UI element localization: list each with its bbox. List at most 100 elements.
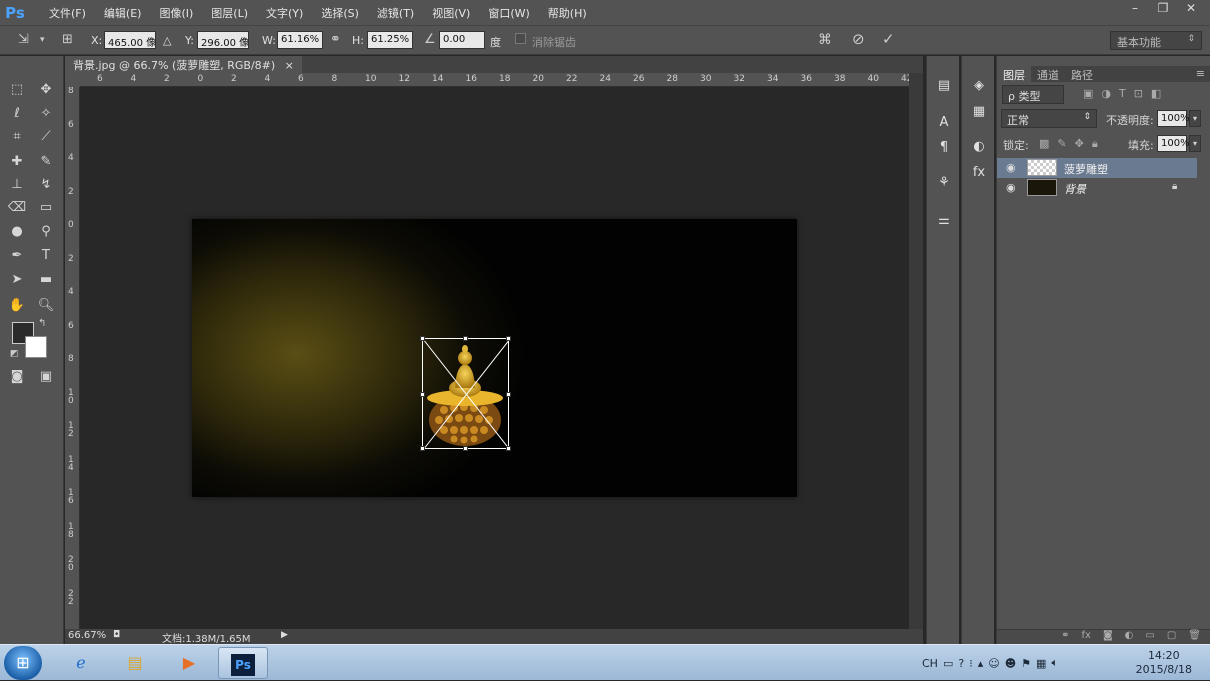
reference-point-icon[interactable]: ⊞ xyxy=(62,32,73,47)
fill-chevron-icon[interactable]: ▾ xyxy=(1189,135,1201,152)
minimize-icon[interactable]: – xyxy=(1122,0,1148,18)
network-icon[interactable]: ▦ xyxy=(1036,657,1046,670)
restore-icon[interactable]: ❐ xyxy=(1150,0,1176,18)
keyboard-icon[interactable]: ▭ xyxy=(943,657,953,670)
close-tab-icon[interactable]: × xyxy=(285,59,294,72)
healing-brush-tool-icon[interactable]: ✚ xyxy=(6,152,28,172)
status-info-icon[interactable]: ◘ xyxy=(113,630,120,640)
crop-tool-icon[interactable]: ⌗ xyxy=(6,127,28,147)
dodge-tool-icon[interactable]: ⚲ xyxy=(35,222,57,242)
cancel-transform-icon[interactable]: ⊘ xyxy=(852,30,865,48)
marquee-tool-icon[interactable]: ⬚ xyxy=(6,80,28,100)
qq-icon[interactable]: ☺ xyxy=(988,657,999,670)
qq-alt-icon[interactable]: ☻ xyxy=(1005,657,1016,670)
layer-row-pineapple[interactable]: ◉ 菠萝雕塑 xyxy=(997,158,1197,178)
ime-settings-icon[interactable]: ⁝ xyxy=(969,657,973,670)
path-selection-tool-icon[interactable]: ➤ xyxy=(6,270,28,290)
adjustments-panel-icon[interactable]: ◐ xyxy=(969,137,989,157)
width-scale-field[interactable]: 61.16% xyxy=(277,31,323,49)
height-scale-field[interactable]: 61.25% xyxy=(367,31,413,49)
menu-help[interactable]: 帮助(H) xyxy=(539,5,596,21)
transform-handle-bottom-left[interactable] xyxy=(420,446,425,451)
transform-tool-icon[interactable]: ⇲ xyxy=(18,32,29,47)
swap-colors-icon[interactable]: ↰ xyxy=(38,318,46,329)
y-position-field[interactable]: 296.00 像素 xyxy=(197,31,249,49)
system-clock[interactable]: 14:20 2015/8/18 xyxy=(1136,649,1192,677)
internet-explorer-icon[interactable]: ℯ xyxy=(56,647,106,679)
background-color-swatch[interactable] xyxy=(25,336,47,358)
vertical-scrollbar[interactable] xyxy=(909,73,923,629)
move-tool-icon[interactable]: ✥ xyxy=(35,80,57,100)
default-colors-icon[interactable]: ◩ xyxy=(10,349,19,359)
transform-handle-right[interactable] xyxy=(506,392,511,397)
show-hidden-icons-icon[interactable]: ▴ xyxy=(978,657,984,670)
antialias-checkbox[interactable] xyxy=(515,33,526,44)
clone-stamp-tool-icon[interactable]: ⊥ xyxy=(6,175,28,195)
canvas-area[interactable] xyxy=(80,88,909,629)
panel-menu-icon[interactable]: ≡ xyxy=(1190,66,1210,82)
warp-mode-icon[interactable]: ⌘ xyxy=(818,32,832,48)
transform-handle-left[interactable] xyxy=(420,392,425,397)
document-tab[interactable]: 背景.jpg @ 66.7% (菠萝雕塑, RGB/8#) × xyxy=(65,56,302,73)
tab-layers[interactable]: 图层 xyxy=(997,66,1031,82)
filter-kind-select[interactable]: ρ 类型 xyxy=(1002,85,1064,104)
menu-select[interactable]: 选择(S) xyxy=(312,5,368,21)
action-center-icon[interactable]: ⚑ xyxy=(1021,657,1031,670)
status-menu-arrow-icon[interactable]: ▶ xyxy=(281,630,288,640)
lock-icons[interactable]: ▩✎✥🔒︎ xyxy=(1039,137,1106,151)
lasso-tool-icon[interactable]: ℓ xyxy=(6,104,28,124)
workspace-select[interactable]: 基本功能 ⇕ xyxy=(1110,31,1202,50)
blend-mode-select[interactable]: 正常 ⇕ xyxy=(1001,109,1097,128)
eyedropper-tool-icon[interactable]: ⟋ xyxy=(35,127,57,147)
rectangle-tool-icon[interactable]: ▬ xyxy=(35,270,57,290)
menu-layer[interactable]: 图层(L) xyxy=(202,5,257,21)
blur-tool-icon[interactable]: ● xyxy=(6,222,28,242)
start-button[interactable]: ⊞ xyxy=(4,646,42,680)
fill-field[interactable]: 100% xyxy=(1157,135,1190,152)
zoom-tool-icon[interactable]: 🔍︎ xyxy=(35,296,57,316)
ruler-origin[interactable] xyxy=(65,73,80,87)
brush-tool-icon[interactable]: ✎ xyxy=(35,152,57,172)
transform-handle-top-left[interactable] xyxy=(420,336,425,341)
screen-mode-icon[interactable]: ▣ xyxy=(35,367,57,387)
filter-icons[interactable]: ▣◑T⊡◧ xyxy=(1083,87,1169,100)
volume-icon[interactable]: 🔈︎ xyxy=(1051,656,1058,670)
transform-bounding-box[interactable] xyxy=(420,336,511,451)
history-panel-icon[interactable]: ▤ xyxy=(934,76,954,96)
visibility-eye-icon[interactable]: ◉ xyxy=(1006,181,1016,194)
menu-type[interactable]: 文字(Y) xyxy=(257,5,312,21)
color-panel-icon[interactable]: ◈ xyxy=(969,76,989,96)
file-explorer-icon[interactable]: ▤ xyxy=(110,647,160,679)
opacity-field[interactable]: 100% xyxy=(1157,110,1190,127)
layer-style-icon[interactable]: fx xyxy=(1082,630,1091,644)
adjustment-layer-icon[interactable]: ◐ xyxy=(1125,630,1134,644)
rotation-angle-field[interactable]: 0.00 xyxy=(439,31,485,49)
link-layers-icon[interactable]: ⚭ xyxy=(1061,630,1069,644)
hand-tool-icon[interactable]: ✋ xyxy=(6,296,28,316)
menu-filter[interactable]: 滤镜(T) xyxy=(368,5,423,21)
tab-channels[interactable]: 通道 xyxy=(1031,66,1065,82)
photoshop-task-button[interactable]: Ps xyxy=(218,647,268,679)
transform-handle-top[interactable] xyxy=(463,336,468,341)
transform-handle-bottom-right[interactable] xyxy=(506,446,511,451)
character-panel-icon[interactable]: A xyxy=(934,113,954,133)
menu-edit[interactable]: 编辑(E) xyxy=(95,5,151,21)
new-layer-icon[interactable]: ▢ xyxy=(1167,630,1176,644)
menu-image[interactable]: 图像(I) xyxy=(150,5,202,21)
pen-tool-icon[interactable]: ✒ xyxy=(6,246,28,266)
opacity-chevron-icon[interactable]: ▾ xyxy=(1189,110,1201,127)
media-player-icon[interactable]: ▶ xyxy=(164,647,214,679)
relative-position-icon[interactable]: △ xyxy=(163,34,171,47)
menu-window[interactable]: 窗口(W) xyxy=(479,5,538,21)
new-group-icon[interactable]: ▭ xyxy=(1145,630,1154,644)
swatches-panel-icon[interactable]: ▦ xyxy=(969,102,989,122)
commit-transform-icon[interactable]: ✓ xyxy=(882,30,895,48)
tool-presets-icon[interactable]: ⚌ xyxy=(934,211,954,231)
magic-wand-tool-icon[interactable]: ✧ xyxy=(35,104,57,124)
tab-paths[interactable]: 路径 xyxy=(1065,66,1099,82)
type-tool-icon[interactable]: T xyxy=(35,246,57,266)
transform-handle-top-right[interactable] xyxy=(506,336,511,341)
menu-file[interactable]: 文件(F) xyxy=(40,5,95,21)
delete-layer-icon[interactable]: 🗑︎ xyxy=(1188,630,1201,644)
history-brush-tool-icon[interactable]: ↯ xyxy=(35,175,57,195)
